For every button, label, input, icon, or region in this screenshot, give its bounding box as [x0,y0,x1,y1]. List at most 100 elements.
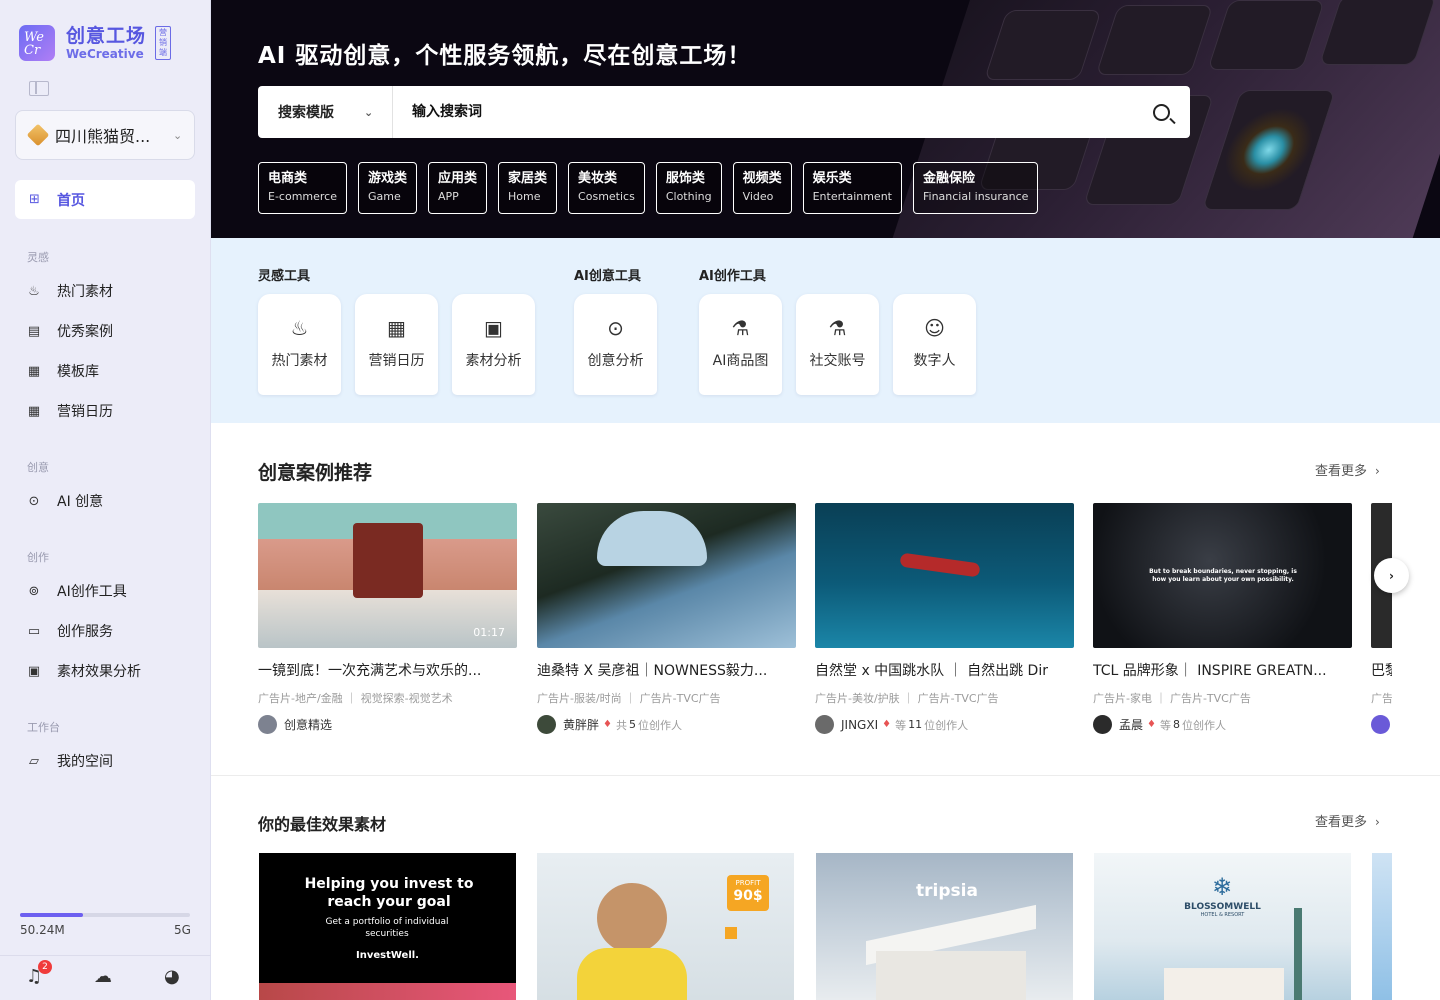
search-input[interactable] [393,86,1132,138]
materials-title: 你的最佳效果素材 [258,815,387,834]
gem-icon: ♦ [1147,719,1156,730]
tool-digital-human[interactable]: ☺ 数字人 [893,294,976,395]
sidebar-item-services[interactable]: ▭ 创作服务 [27,621,113,641]
tools-panel: 灵感工具 AI创意工具 AI创作工具 ♨ 热门素材 ▦ 营销日历 ▣ 素材分析 ⊙ 创意… [211,238,1440,423]
logo[interactable]: We Cr 创意工场 WeCreative 营销端 [19,25,172,61]
case-card[interactable]: 巴黎 广告 [1371,503,1392,734]
tool-creative-analysis[interactable]: ⊙ 创意分析 [574,294,657,395]
cases-more-link[interactable]: 查看更多 › [1315,460,1380,479]
material-card[interactable]: tripsia [816,853,1073,1000]
search-type-select[interactable]: 搜索模版 ⌄ [258,86,393,138]
material-card[interactable]: ❄ BLOSSOMWELL HOTEL & RESORT [1094,853,1351,1000]
sidebar-item-templates[interactable]: ▦ 模板库 [27,361,99,381]
category-chips: 电商类 E-commerce 游戏类 Game 应用类 APP 家居类 Home 美妆类… [258,162,1039,214]
snowflake-icon: ❄ [1211,873,1233,901]
sidebar-item-home[interactable]: ⊞ 首页 [15,180,195,219]
ad-subtitle: Get a portfolio of individual securities [325,917,449,939]
category-ecommerce[interactable]: 电商类 E-commerce [258,162,347,214]
calendar-icon: ▦ [27,403,41,419]
avatar [1093,715,1112,734]
category-clothing[interactable]: 服饰类 Clothing [655,162,722,214]
case-title: 迪桑特 X 吴彦祖｜NOWNESS毅力... [537,663,768,679]
category-finance[interactable]: 金融保险 Financial insurance [912,162,1039,214]
category-entertainment[interactable]: 娱乐类 Entertainment [802,162,902,214]
case-card[interactable]: But to break boundaries, never stopping,… [1093,503,1352,734]
category-video[interactable]: 视频类 Video [732,162,792,214]
search-button[interactable] [1132,86,1190,138]
case-thumbnail: But to break boundaries, never stopping,… [1093,503,1352,648]
case-title: 自然堂 x 中国跳水队 ｜ 自然出跳 Dir [815,663,1048,679]
ad-headline: Helping you invest to reach your goal [304,876,474,910]
section-divider [211,775,1440,776]
search-icon [1152,103,1170,121]
sidebar-item-label: 首页 [57,192,85,209]
case-tags: 广告片-美妆/护肤 ｜ 广告片-TVC广告 [815,692,999,705]
case-thumbnail: 01:17 [258,503,517,648]
org-switcher[interactable]: 四川熊猫贸... ⌄ [15,110,195,160]
case-card[interactable]: 01:17 一镜到底！一次充满艺术与欢乐的... 广告片-地产/金融 ｜ 视觉探… [258,503,517,734]
case-thumbnail [537,503,796,648]
search-bar: 搜索模版 ⌄ [258,86,1190,138]
category-app[interactable]: 应用类 APP [428,162,488,214]
sidebar-item-analysis[interactable]: ▣ 素材效果分析 [27,661,141,681]
org-name: 四川熊猫贸... [55,127,151,146]
avatar [1371,715,1390,734]
tools-group-creation: AI创作工具 [699,269,766,284]
category-home[interactable]: 家居类 Home [498,162,558,214]
sidebar-item-ai-creative[interactable]: ⊙ AI 创意 [27,491,104,511]
tools-group-inspiration: 灵感工具 [258,269,311,284]
carousel-next-button[interactable]: › [1374,558,1409,593]
tool-social-account[interactable]: ⚗ 社交账号 [796,294,879,395]
case-thumbnail [815,503,1074,648]
download-icon[interactable]: ☁ [94,966,112,987]
document-icon: ▤ [27,323,41,339]
avatar [537,715,556,734]
case-author: 创意精选 [258,715,517,734]
flame-icon: ♨ [290,316,309,340]
tool-icon: ⊚ [28,583,40,599]
grid-icon: ⊞ [29,192,40,207]
logo-mark: We Cr [19,25,55,61]
sidebar-footer: ♫ ☁ ◕ [0,955,211,995]
thumb-caption: But to break boundaries, never stopping,… [1149,568,1297,583]
tool-ai-product-image[interactable]: ⚗ AI商品图 [699,294,782,395]
sidebar-item-space[interactable]: ▱ 我的空间 [27,751,113,771]
tool-hot-materials[interactable]: ♨ 热门素材 [258,294,341,395]
sidebar-item-hot[interactable]: ♨ 热门素材 [27,281,113,301]
tool-material-analysis[interactable]: ▣ 素材分析 [452,294,535,395]
sidebar-item-ai-tools[interactable]: ⊚ AI创作工具 [27,581,127,601]
category-cosmetics[interactable]: 美妆类 Cosmetics [568,162,645,214]
materials-more-link[interactable]: 查看更多 › [1315,811,1380,830]
material-card[interactable] [1372,853,1392,1000]
case-tags: 广告片-家电 ｜ 广告片-TVC广告 [1093,692,1251,705]
case-author: 黄胖胖 ♦ 共 5 位创作人 [537,715,796,734]
avatar[interactable]: ◕ [164,966,180,987]
bulb-icon: ⊙ [28,493,40,509]
tool-marketing-calendar[interactable]: ▦ 营销日历 [355,294,438,395]
ad-subtitle: HOTEL & RESORT [1200,912,1245,918]
storage-bar [20,913,190,917]
avatar [258,715,277,734]
bottle-icon: ⚗ [828,316,847,340]
section-workbench: 工作台 [27,721,60,734]
category-game[interactable]: 游戏类 Game [358,162,418,214]
sidebar-item-cases[interactable]: ▤ 优秀案例 [27,321,113,341]
logo-tag: 营销端 [155,26,172,60]
calendar-icon: ▦ [387,316,406,340]
folder-icon: ▱ [29,753,39,769]
material-card[interactable]: Helping you invest to reach your goal Ge… [259,853,516,1000]
case-card[interactable]: 自然堂 x 中国跳水队 ｜ 自然出跳 Dir 广告片-美妆/护肤 ｜ 广告片-T… [815,503,1074,734]
gem-icon: ♦ [603,719,612,730]
ad-brand: BLOSSOMWELL [1184,902,1261,912]
sidebar-collapse-icon[interactable] [29,81,49,96]
case-tags: 广告 [1371,692,1392,705]
case-title: TCL 品牌形象｜ INSPIRE GREATN... [1093,663,1327,679]
sidebar-item-calendar[interactable]: ▦ 营销日历 [27,401,113,421]
profit-badge: PROFIT 90$ [727,875,769,911]
chevron-down-icon: ⌄ [173,128,183,142]
hero-banner: AI 驱动创意，个性服务领航，尽在创意工场！ 搜索模版 ⌄ 电商类E-comme… [211,0,1440,238]
ad-brand: InvestWell. [356,950,419,961]
gem-icon: ♦ [882,719,892,730]
case-card[interactable]: 迪桑特 X 吴彦祖｜NOWNESS毅力... 广告片-服装/时尚 ｜ 广告片-T… [537,503,796,734]
material-card[interactable]: PROFIT 90$ [537,853,794,1000]
